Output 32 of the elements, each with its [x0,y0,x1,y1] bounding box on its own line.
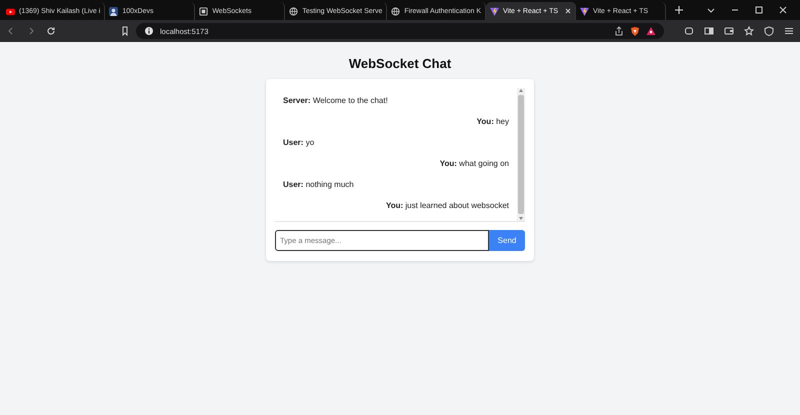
chat-message: You: just learned about websocket [386,201,509,210]
globe-icon [289,6,298,16]
chat-message: User: nothing much [283,180,355,189]
lightning-icon [580,6,590,16]
video-icon [6,6,15,16]
close-icon[interactable] [778,5,788,15]
info-icon[interactable] [144,26,154,36]
shield-icon[interactable] [764,26,774,36]
menu-icon[interactable] [784,26,794,36]
page-icon [199,6,208,16]
chat-message: You: hey [476,117,509,126]
scrollbar[interactable] [517,88,525,221]
globe-icon [391,6,400,16]
star-icon[interactable] [744,26,754,36]
wallet-icon[interactable] [724,26,734,36]
new-tab-icon[interactable] [674,5,684,15]
scroll-down-icon[interactable] [518,216,524,221]
maximize-icon[interactable] [754,5,764,15]
page-title: WebSocket Chat [348,56,452,71]
send-button[interactable]: Send [489,230,525,251]
share-icon[interactable] [614,26,624,36]
chat-message: You: what going on [440,159,509,168]
reload-icon[interactable] [46,26,56,36]
chat-message: Server: Welcome to the chat! [283,96,389,105]
sidebar-icon[interactable] [704,26,714,36]
lightning-icon [490,6,500,16]
bookmark-icon[interactable] [120,26,130,36]
triangle-icon[interactable] [646,26,656,36]
close-icon[interactable] [565,8,572,14]
avatar-icon [109,6,118,16]
chat-message: User: yo [283,138,316,147]
scroll-up-icon[interactable] [518,88,524,93]
